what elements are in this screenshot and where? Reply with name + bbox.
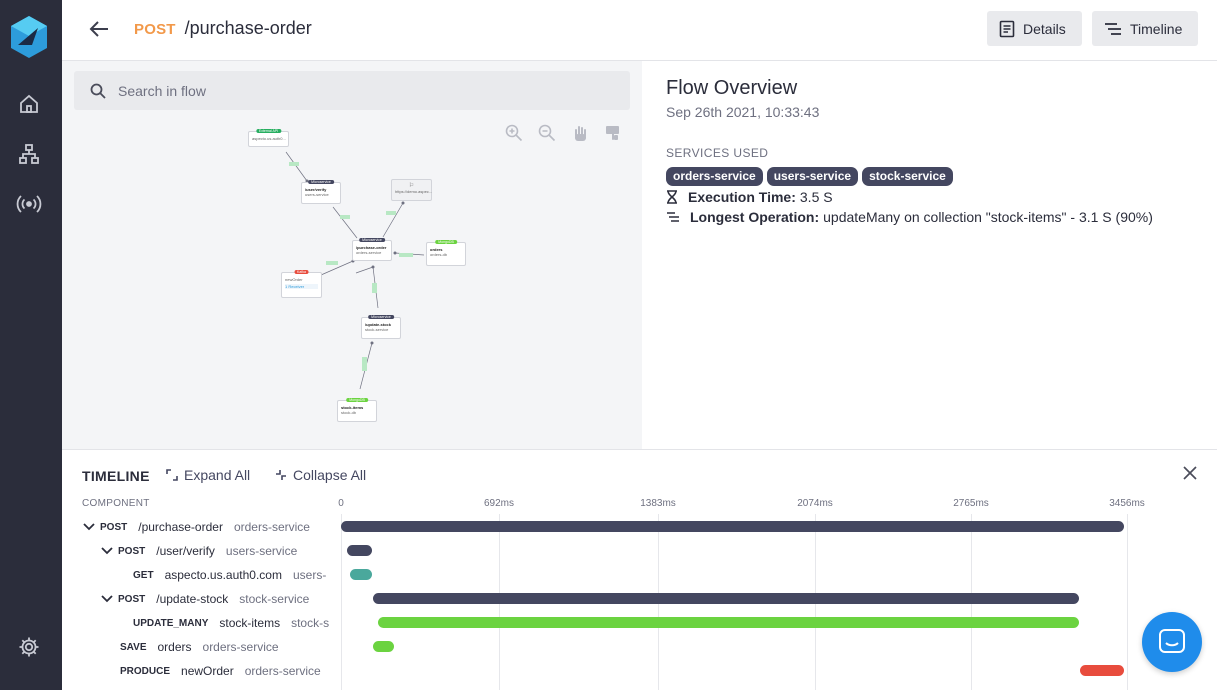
expand-all-button[interactable]: Expand All bbox=[166, 467, 250, 483]
scale-tick-0: 0 bbox=[338, 498, 344, 509]
services-badges: orders-service users-service stock-servi… bbox=[666, 167, 953, 186]
timeline-row[interactable]: SAVE orders orders-service bbox=[120, 638, 279, 656]
back-arrow-icon[interactable] bbox=[86, 16, 112, 42]
graph-node-user-verify[interactable]: Microservice /user/verify users-service bbox=[301, 180, 341, 204]
collapse-all-button[interactable]: Collapse All bbox=[275, 467, 366, 483]
timeline-panel: TIMELINE Expand All Collapse All COMPONE… bbox=[62, 449, 1217, 690]
timeline-bar-update-stock[interactable] bbox=[373, 593, 1079, 604]
timeline-bar-user-verify[interactable] bbox=[347, 545, 372, 556]
broadcast-icon[interactable] bbox=[16, 191, 42, 217]
chevron-down-icon[interactable] bbox=[100, 595, 114, 603]
expand-icon bbox=[166, 469, 178, 481]
timeline-row[interactable]: GET aspecto.us.auth0.com users- bbox=[133, 566, 326, 584]
timeline-row[interactable]: POST /purchase-order orders-service bbox=[82, 518, 310, 536]
scale-tick-4: 2765ms bbox=[953, 498, 989, 509]
collapse-icon bbox=[276, 470, 286, 480]
graph-node-auth0[interactable]: External API aspecto.us.auth0... bbox=[248, 129, 289, 147]
settings-gear-icon[interactable] bbox=[16, 634, 42, 660]
timeline-title: TIMELINE bbox=[82, 468, 150, 484]
scale-tick-1: 692ms bbox=[483, 498, 515, 509]
service-badge[interactable]: stock-service bbox=[862, 167, 953, 186]
scale-tick-2: 1383ms bbox=[640, 498, 676, 509]
chat-icon bbox=[1159, 629, 1185, 653]
overview-date: Sep 26th 2021, 10:33:43 bbox=[666, 104, 820, 120]
graph-node-stock-db[interactable]: MongoDB stock-items stock-db bbox=[337, 398, 377, 422]
timeline-row[interactable]: POST /update-stock stock-service bbox=[100, 590, 309, 608]
timeline-row[interactable]: PRODUCE newOrder orders-service bbox=[120, 662, 321, 680]
grid-line bbox=[341, 514, 342, 690]
chevron-down-icon[interactable] bbox=[82, 523, 96, 531]
execution-time: Execution Time: 3.5 S bbox=[666, 189, 833, 205]
timeline-lines-icon bbox=[1105, 22, 1121, 35]
aspecto-logo[interactable] bbox=[9, 14, 49, 60]
grid-line bbox=[1127, 514, 1128, 690]
timeline-button[interactable]: Timeline bbox=[1092, 11, 1198, 46]
component-column-header: COMPONENT bbox=[82, 498, 150, 509]
services-used-label: SERVICES USED bbox=[666, 146, 769, 160]
timeline-row[interactable]: POST /user/verify users-service bbox=[100, 542, 297, 560]
details-button[interactable]: Details bbox=[987, 11, 1082, 46]
flow-overview-panel: Flow Overview Sep 26th 2021, 10:33:43 SE… bbox=[642, 61, 1217, 449]
close-icon[interactable] bbox=[1181, 464, 1199, 482]
graph-node-purchase-order[interactable]: Microservice /purchase-order orders-serv… bbox=[352, 238, 392, 261]
timeline-bar-purchase-order[interactable] bbox=[341, 521, 1124, 532]
home-icon[interactable] bbox=[16, 91, 42, 117]
longest-operation: Longest Operation: updateMany on collect… bbox=[666, 209, 1153, 225]
timeline-row[interactable]: UPDATE_MANY stock-items stock-s bbox=[133, 614, 329, 632]
hourglass-icon bbox=[667, 190, 677, 204]
sidebar bbox=[0, 0, 62, 690]
route-path: /purchase-order bbox=[184, 18, 312, 38]
service-badge[interactable]: users-service bbox=[766, 167, 859, 186]
timeline-bar-save[interactable] bbox=[373, 641, 394, 652]
timeline-bar-auth0[interactable] bbox=[350, 569, 372, 580]
graph-node-entry[interactable]: ⚐ https://demo.aspec... bbox=[391, 179, 432, 201]
chat-widget-button[interactable] bbox=[1142, 612, 1202, 672]
timeline-bar-update-many[interactable] bbox=[378, 617, 1079, 628]
timeline-bar-produce[interactable] bbox=[1080, 665, 1124, 676]
sitemap-icon[interactable] bbox=[16, 141, 42, 167]
scale-tick-5: 3456ms bbox=[1109, 498, 1145, 509]
chevron-down-icon[interactable] bbox=[100, 547, 114, 555]
http-method: POST bbox=[134, 21, 176, 38]
page-title: POST /purchase-order bbox=[134, 18, 312, 39]
overview-title: Flow Overview bbox=[666, 77, 798, 99]
service-badge[interactable]: orders-service bbox=[666, 167, 763, 186]
top-header: POST /purchase-order Details Timeline bbox=[62, 0, 1217, 61]
graph-node-orders-db[interactable]: MongoDB orders orders-db bbox=[426, 240, 466, 266]
scale-tick-3: 2074ms bbox=[797, 498, 833, 509]
graph-node-update-stock[interactable]: Microservice /update-stock stock-service bbox=[361, 315, 401, 339]
timeline-lines-icon bbox=[667, 212, 679, 222]
flow-graph-panel: External API aspecto.us.auth0... Microse… bbox=[62, 61, 642, 449]
graph-node-kafka[interactable]: Kafka newOrder 1 Receiver bbox=[281, 270, 322, 298]
document-icon bbox=[999, 20, 1015, 37]
